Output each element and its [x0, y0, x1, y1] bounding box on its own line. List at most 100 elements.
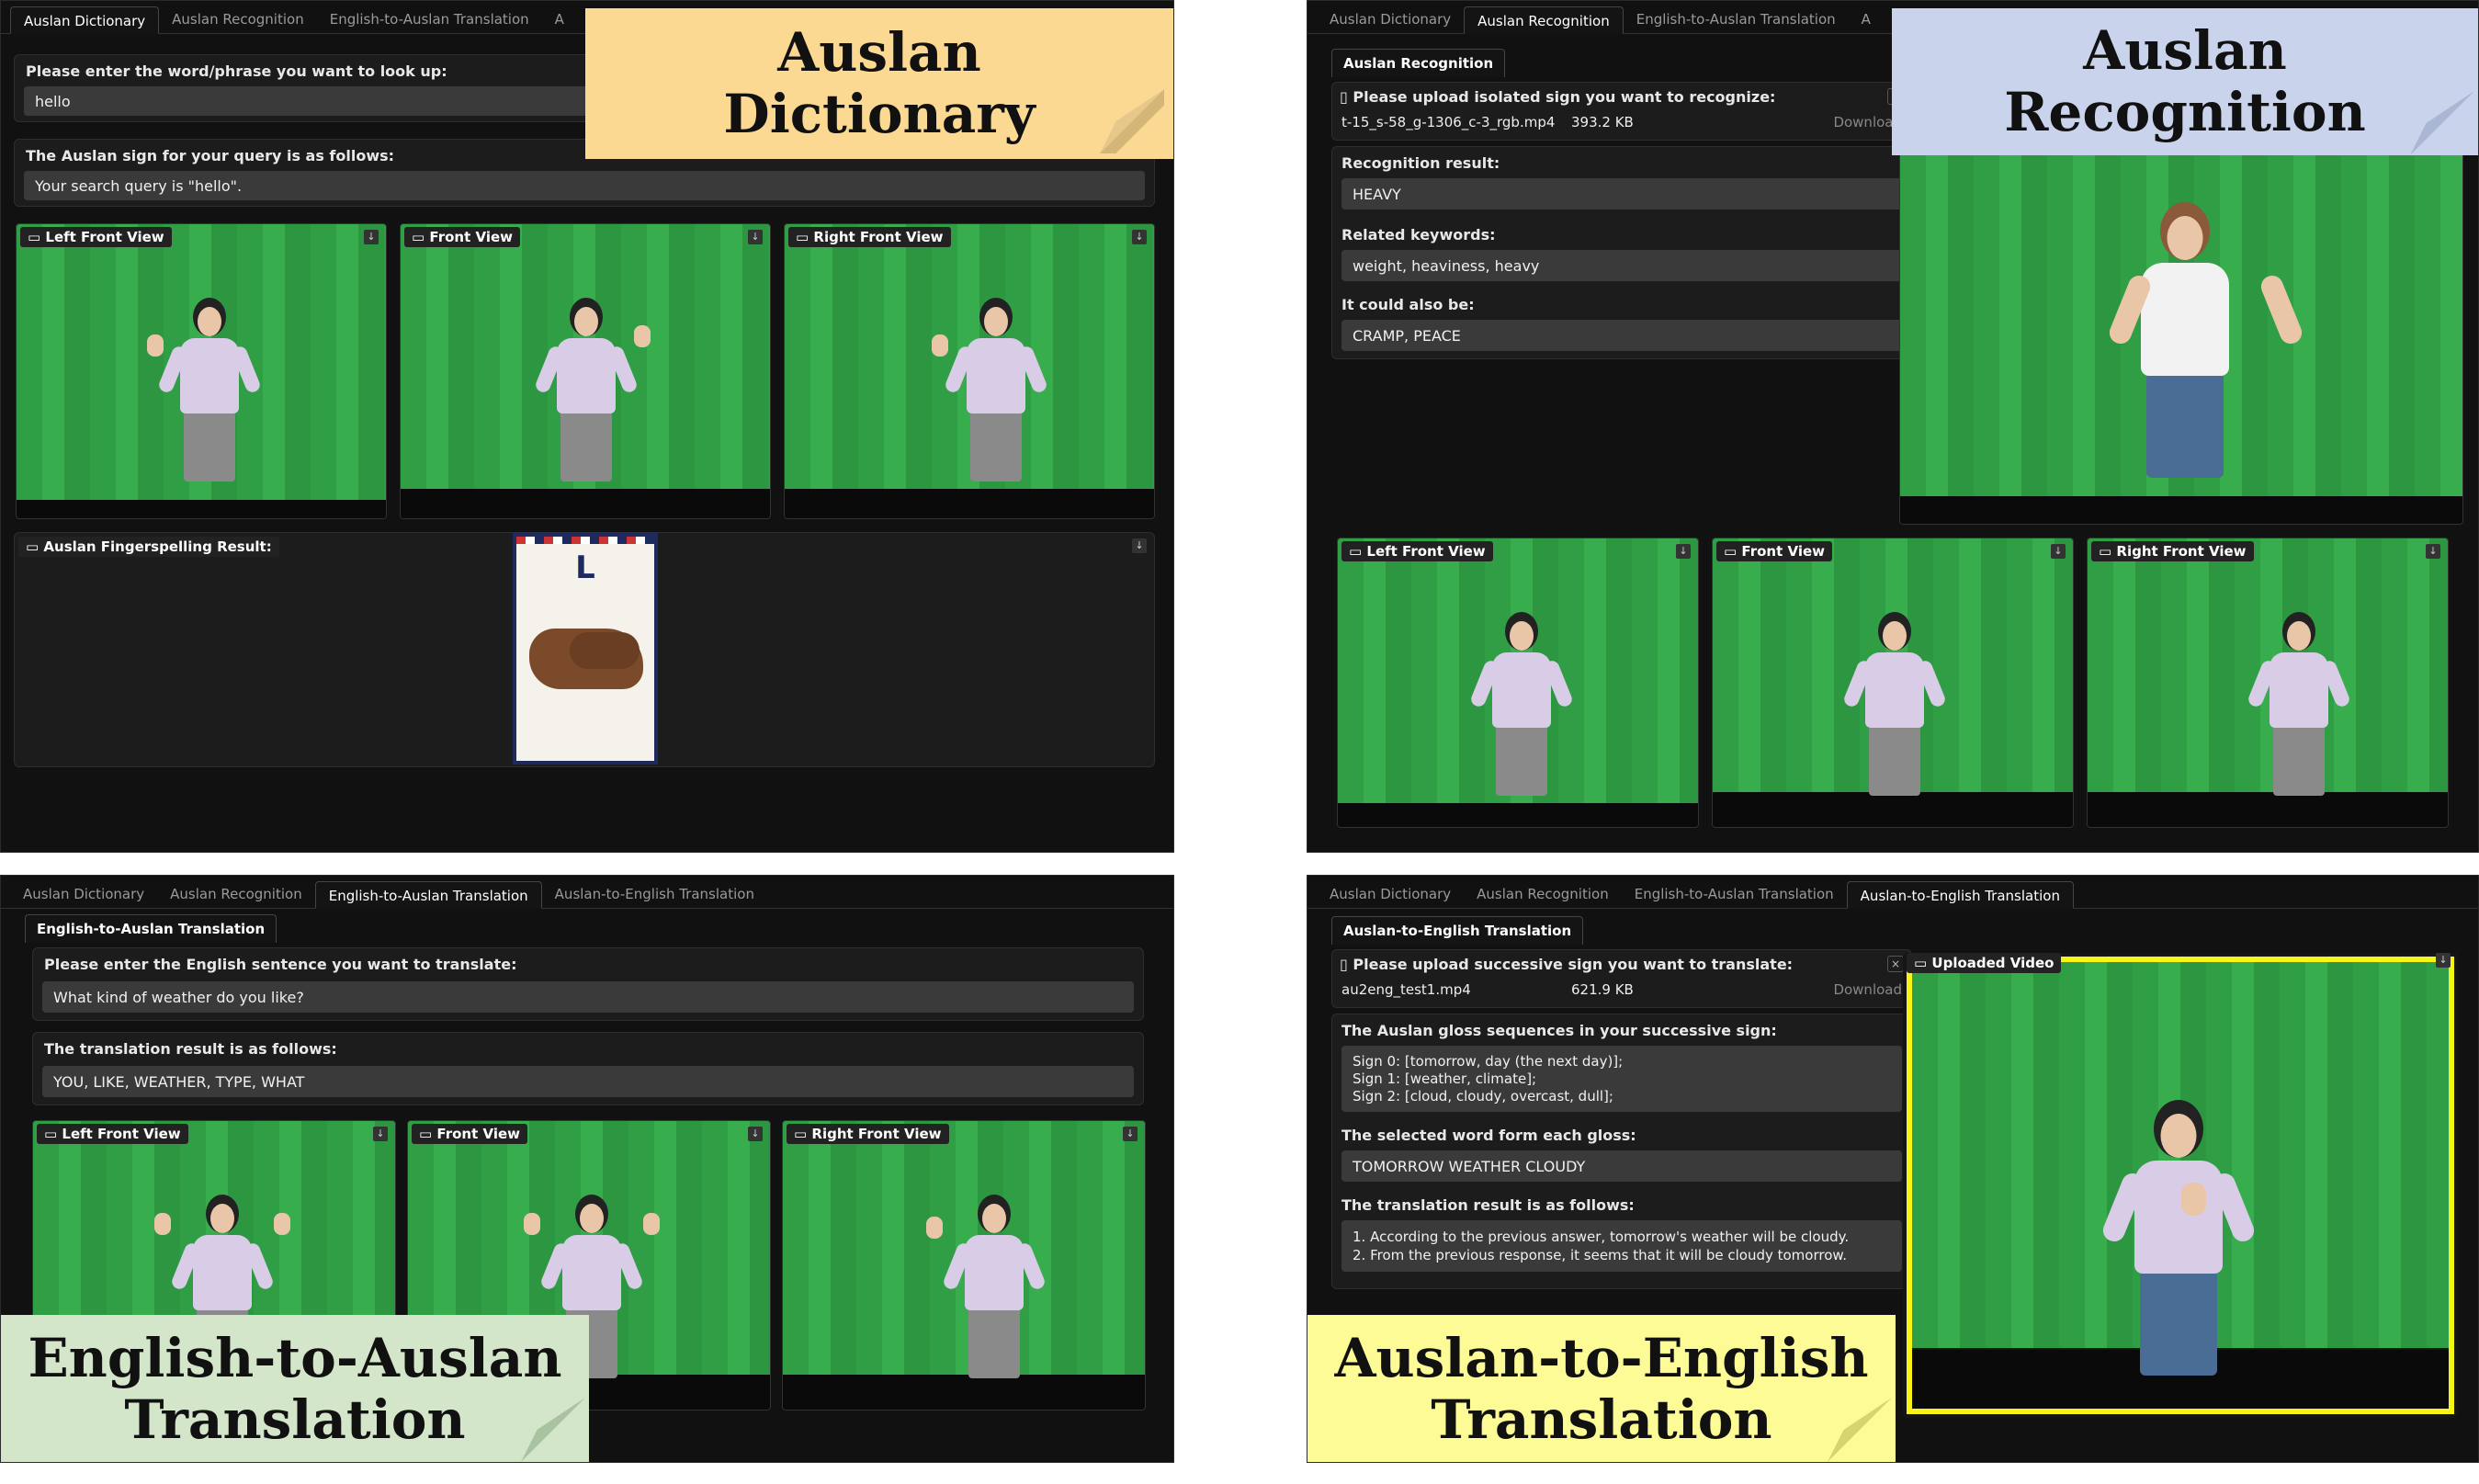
signer-figure	[932, 298, 1051, 500]
upload-label: ▯ Please upload successive sign you want…	[1340, 956, 1794, 973]
left-front-view-video[interactable]: ▭ Left Front View ↓	[16, 223, 387, 519]
download-icon[interactable]: ↓	[373, 1127, 388, 1141]
uploaded-video-label: ▭ Uploaded Video	[1907, 953, 2062, 973]
camera-icon: ▭	[44, 1126, 62, 1142]
view-label: ▭ Left Front View	[37, 1124, 188, 1144]
front-view-video[interactable]: ▭ Front View ↓	[1712, 538, 2074, 828]
tab-auslan-recognition[interactable]: Auslan Recognition	[157, 880, 315, 908]
signer-figure	[147, 298, 265, 500]
tab-english-to-auslan[interactable]: English-to-Auslan Translation	[314, 881, 542, 909]
translation-line: 1. According to the previous answer, tom…	[1353, 1229, 1850, 1245]
input-label: Please enter the English sentence you wa…	[44, 956, 517, 973]
query-label: Please enter the word/phrase you want to…	[26, 62, 447, 80]
result-output: Your search query is "hello".	[24, 171, 1145, 200]
download-icon[interactable]: ↓	[1123, 1127, 1138, 1141]
upload-box[interactable]: ▯ Please upload isolated sign you want t…	[1331, 82, 1912, 141]
download-icon[interactable]: ↓	[1132, 538, 1147, 553]
tab-auslan-to-english[interactable]: A	[1849, 6, 1884, 33]
also-label: It could also be:	[1341, 296, 1475, 313]
view-label: ▭ Front View	[1716, 541, 1832, 561]
view-label: ▭ Right Front View	[2091, 541, 2254, 561]
signer-figure	[2096, 1100, 2261, 1403]
keywords-label: Related keywords:	[1341, 226, 1496, 244]
left-front-view-video[interactable]: ▭ Left Front View ↓	[1337, 538, 1699, 828]
a2e-panel: Auslan Dictionary Auslan Recognition Eng…	[1307, 875, 2479, 1463]
hand-shape-icon	[570, 632, 640, 669]
result-label: The Auslan sign for your query is as fol…	[26, 147, 395, 164]
signer-figure	[2102, 202, 2309, 524]
download-icon[interactable]: ↓	[2436, 953, 2451, 968]
view-label: ▭ Left Front View	[20, 227, 172, 247]
download-icon[interactable]: ↓	[2426, 544, 2440, 559]
front-view-video[interactable]: ▭ Front View ↓	[400, 223, 771, 519]
file-icon: ▯	[1340, 88, 1353, 106]
dictionary-callout: Auslan Dictionary	[585, 8, 1173, 159]
tab-auslan-to-english[interactable]: Auslan-to-English Translation	[542, 880, 767, 908]
tab-english-to-auslan[interactable]: English-to-Auslan Translation	[1622, 880, 1847, 908]
selected-label: The selected word form each gloss:	[1341, 1127, 1636, 1144]
also-output: CRAMP, PEACE	[1341, 320, 1902, 351]
tab-auslan-dictionary[interactable]: Auslan Dictionary	[1317, 6, 1464, 33]
tab-auslan-dictionary[interactable]: Auslan Dictionary	[10, 880, 157, 908]
upload-label: ▯ Please upload isolated sign you want t…	[1340, 88, 1776, 106]
close-icon[interactable]: ×	[1887, 956, 1904, 972]
keywords-output: weight, heaviness, heavy	[1341, 250, 1902, 281]
camera-icon: ▭	[2099, 543, 2117, 560]
upload-box[interactable]: ▯ Please upload successive sign you want…	[1331, 949, 1912, 1008]
download-icon[interactable]: ↓	[748, 1127, 763, 1141]
translation-line: 2. From the previous response, it seems …	[1353, 1247, 1848, 1263]
download-link[interactable]: Download	[1833, 981, 1902, 998]
camera-icon: ▭	[419, 1126, 437, 1142]
tab-auslan-recognition[interactable]: Auslan Recognition	[1464, 880, 1622, 908]
callout-fold	[1100, 89, 1164, 153]
uploaded-video[interactable]: ▭ Uploaded Video ↓	[1903, 953, 2458, 1418]
tab-auslan-recognition[interactable]: Auslan Recognition	[159, 6, 317, 33]
translation-box: The translation result is as follows: YO…	[32, 1032, 1144, 1105]
camera-icon: ▭	[26, 538, 44, 555]
tab-auslan-dictionary[interactable]: Auslan Dictionary	[1317, 880, 1464, 908]
camera-icon: ▭	[1349, 543, 1367, 560]
download-icon[interactable]: ↓	[748, 230, 763, 244]
sentence-input[interactable]: What kind of weather do you like?	[42, 981, 1134, 1013]
view-label: ▭ Left Front View	[1341, 541, 1493, 561]
tab-auslan-dictionary[interactable]: Auslan Dictionary	[10, 6, 160, 34]
recognition-callout: Auslan Recognition	[1892, 8, 2478, 155]
right-front-view-video[interactable]: ▭ Right Front View ↓	[2087, 538, 2449, 828]
camera-icon: ▭	[796, 229, 814, 245]
input-box: Please enter the English sentence you wa…	[32, 947, 1144, 1021]
fingerspelling-label: ▭ Auslan Fingerspelling Result:	[18, 537, 279, 557]
file-icon: ▯	[1340, 956, 1353, 973]
a2e-translation-output: 1. According to the previous answer, tom…	[1341, 1220, 1902, 1272]
signer-figure	[926, 1195, 1049, 1397]
view-label: ▭ Front View	[404, 227, 520, 247]
view-label: ▭ Right Front View	[787, 1124, 949, 1144]
fingerspelling-card: L	[513, 533, 658, 765]
signer-figure	[531, 298, 651, 500]
tab-auslan-recognition[interactable]: Auslan Recognition	[1464, 6, 1624, 34]
download-icon[interactable]: ↓	[1132, 230, 1147, 244]
subtab-auslan-to-english[interactable]: Auslan-to-English Translation	[1331, 916, 1584, 945]
gloss-line: Sign 0: [tomorrow, day (the next day)];	[1353, 1052, 1624, 1070]
signer-figure	[1839, 612, 1950, 814]
download-icon[interactable]: ↓	[2051, 544, 2066, 559]
subtab-english-to-auslan[interactable]: English-to-Auslan Translation	[25, 914, 277, 943]
a2e-result-box: The Auslan gloss sequences in your succe…	[1331, 1014, 1912, 1289]
download-icon[interactable]: ↓	[364, 230, 379, 244]
right-front-view-video[interactable]: ▭ Right Front View ↓	[784, 223, 1155, 519]
tab-english-to-auslan[interactable]: English-to-Auslan Translation	[1624, 6, 1849, 33]
tab-auslan-to-english[interactable]: Auslan-to-English Translation	[1846, 881, 2074, 909]
e2a-panel: Auslan Dictionary Auslan Recognition Eng…	[0, 875, 1174, 1463]
dictionary-panel: Auslan Dictionary Auslan Recognition Eng…	[0, 0, 1174, 853]
download-icon[interactable]: ↓	[1676, 544, 1691, 559]
fingerspelling-box: ▭ Auslan Fingerspelling Result: ↓ L	[14, 532, 1155, 767]
signer-figure	[2244, 612, 2354, 814]
right-front-view-video[interactable]: ▭ Right Front View ↓	[782, 1120, 1146, 1410]
recognition-result-box: Recognition result: HEAVY Related keywor…	[1331, 146, 1912, 359]
gloss-label: The Auslan gloss sequences in your succe…	[1341, 1022, 1777, 1039]
tab-auslan-to-english[interactable]: A	[542, 6, 577, 33]
a2e-callout: Auslan-to-English Translation	[1307, 1315, 1896, 1462]
subtab-auslan-recognition[interactable]: Auslan Recognition	[1331, 49, 1506, 77]
tab-english-to-auslan[interactable]: English-to-Auslan Translation	[317, 6, 542, 33]
file-name: t-15_s-58_g-1306_c-3_rgb.mp4	[1341, 114, 1556, 130]
callout-fold	[1828, 1398, 1892, 1462]
